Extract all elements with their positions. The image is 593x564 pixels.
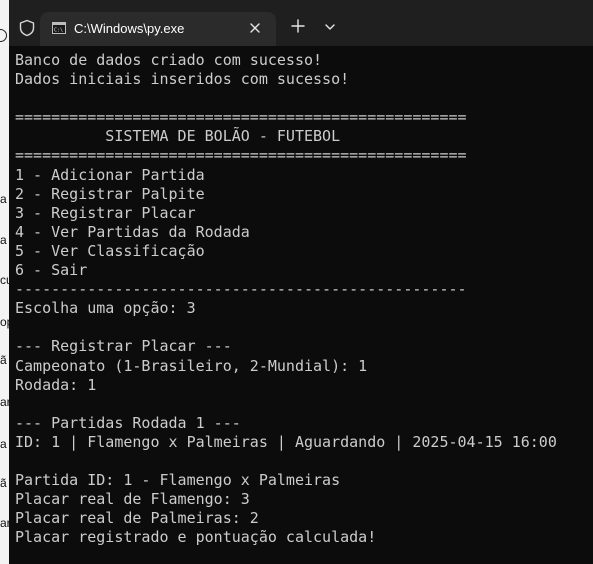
background-text-fragment: a <box>0 233 7 247</box>
background-text-fragment: a <box>0 437 7 451</box>
console-text: Banco de dados criado com sucesso! Dados… <box>15 51 557 547</box>
background-radio-icon <box>0 29 7 42</box>
console-line: Partida ID: 1 - Flamengo x Palmeiras <box>15 471 341 490</box>
console-line: Dados iniciais inseridos com sucesso! <box>15 70 350 89</box>
console-line: ID: 1 | Flamengo x Palmeiras | Aguardand… <box>15 432 557 451</box>
console-app-icon: C:\ <box>52 22 66 34</box>
svg-text:C:\: C:\ <box>54 28 63 34</box>
console-line: Escolha uma opção: 3 <box>15 299 196 318</box>
tab-title: C:\Windows\py.exe <box>74 21 185 36</box>
chevron-down-icon[interactable] <box>324 23 336 31</box>
terminal-tab-bar: C:\ C:\Windows\py.exe <box>9 0 593 46</box>
console-line: Placar real de Palmeiras: 2 <box>15 509 259 528</box>
console-line: 4 - Ver Partidas da Rodada <box>15 222 250 241</box>
console-line: ----------------------------------------… <box>15 280 467 299</box>
console-line: Rodada: 1 <box>15 375 97 394</box>
console-line: ========================================… <box>15 108 467 127</box>
console-line: 6 - Sair <box>15 261 88 280</box>
console-line: ========================================… <box>15 146 467 165</box>
console-line: --- Registrar Placar --- <box>15 337 232 356</box>
plus-icon[interactable] <box>291 19 305 33</box>
console-line: --- Partidas Rodada 1 --- <box>15 413 241 432</box>
background-text-fragment: ã <box>0 476 7 490</box>
tab-py-exe[interactable]: C:\ C:\Windows\py.exe <box>40 12 276 46</box>
console-line: Campeonato (1-Brasileiro, 2-Mundial): 1 <box>15 356 368 375</box>
shield-icon[interactable] <box>18 19 36 37</box>
console-line: Banco de dados criado com sucesso! <box>15 51 323 69</box>
close-icon[interactable] <box>248 21 262 35</box>
console-line: 1 - Adicionar Partida <box>15 165 205 184</box>
background-text-fragment: ã <box>0 353 7 367</box>
console-line: SISTEMA DE BOLÃO - FUTEBOL <box>15 127 341 146</box>
console-line: Placar registrado e pontuação calculada! <box>15 528 377 547</box>
console-line: 3 - Registrar Placar <box>15 203 196 222</box>
console-output[interactable]: Banco de dados criado com sucesso! Dados… <box>9 46 593 564</box>
background-text-fragment: a <box>0 192 7 206</box>
console-line: Placar real de Flamengo: 3 <box>15 490 250 509</box>
console-line: 5 - Ver Classificação <box>15 241 205 260</box>
console-line: 2 - Registrar Palpite <box>15 184 205 203</box>
